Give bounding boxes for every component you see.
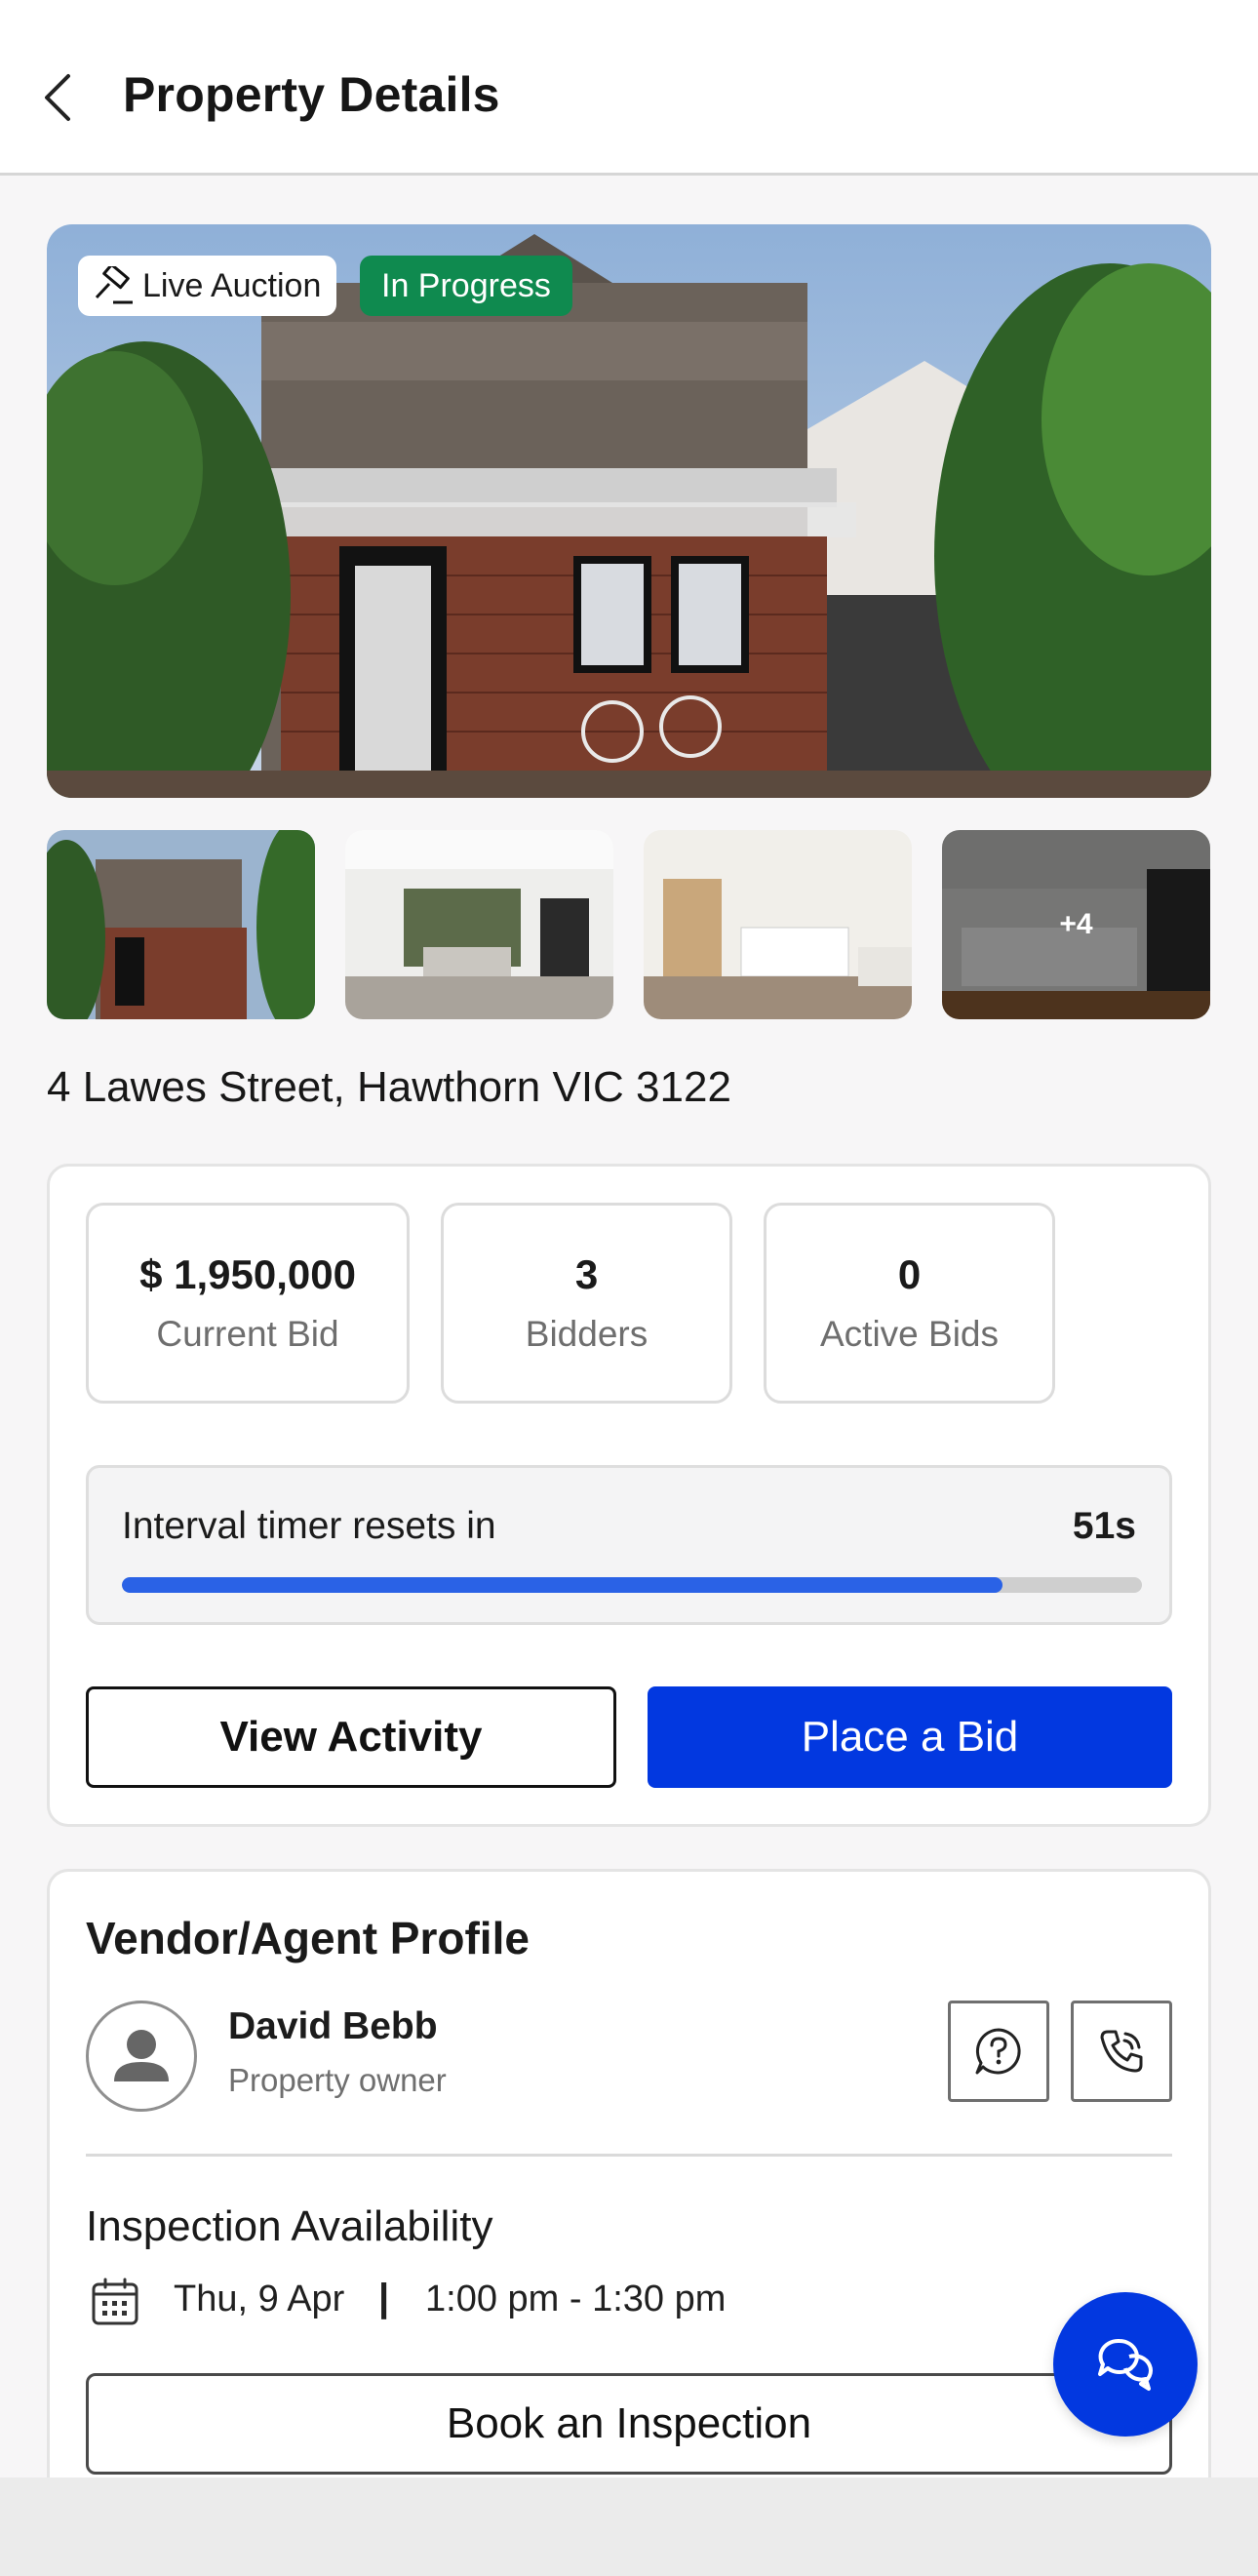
bidders-label: Bidders	[525, 1314, 649, 1354]
gallery-thumbnail[interactable]	[47, 830, 315, 1019]
more-photos-count: +4	[942, 830, 1210, 1019]
active-bids-label: Active Bids	[819, 1314, 999, 1354]
timer-progress-fill	[122, 1577, 1002, 1593]
gallery-thumbnail-more[interactable]: +4	[942, 830, 1210, 1019]
view-activity-button[interactable]: View Activity	[86, 1686, 616, 1788]
page-title: Property Details	[123, 67, 500, 122]
agent-name: David Bebb	[228, 2005, 438, 2047]
vendor-section-title: Vendor/Agent Profile	[86, 1913, 530, 1963]
book-inspection-button[interactable]: Book an Inspection	[86, 2373, 1172, 2475]
chat-bubbles-icon	[1098, 2338, 1153, 2391]
auction-status-badge: In Progress	[360, 256, 572, 316]
bottom-safe-area	[0, 2477, 1258, 2576]
gallery-thumbnail[interactable]	[644, 830, 912, 1019]
timer-label: Interval timer resets in	[122, 1505, 496, 1547]
property-address: 4 Lawes Street, Hawthorn VIC 3122	[47, 1063, 731, 1111]
live-auction-label: Live Auction	[142, 266, 322, 304]
back-arrow-icon[interactable]	[39, 68, 78, 127]
enquiry-button[interactable]	[948, 2001, 1049, 2102]
top-app-bar: Property Details	[0, 0, 1258, 176]
question-chat-icon	[975, 2028, 1021, 2075]
call-button[interactable]	[1071, 2001, 1172, 2102]
property-hero-image[interactable]: Live Auction In Progress	[47, 224, 1211, 798]
agent-role: Property owner	[228, 2062, 447, 2098]
inspection-separator: |	[378, 2277, 390, 2319]
active-bids-value: 0	[897, 1251, 922, 1297]
phone-icon	[1100, 2030, 1143, 2073]
inspection-date: Thu, 9 Apr	[174, 2279, 345, 2319]
bidders-stat: 3 Bidders	[441, 1203, 732, 1404]
person-icon	[114, 2030, 169, 2081]
timer-progress-bar	[122, 1577, 1142, 1593]
inspection-time: 1:00 pm - 1:30 pm	[425, 2279, 727, 2319]
bidders-value: 3	[574, 1251, 599, 1297]
current-bid-value: $ 1,950,000	[139, 1251, 356, 1297]
chat-fab-button[interactable]	[1053, 2292, 1198, 2437]
gallery-thumbnail[interactable]	[345, 830, 613, 1019]
live-auction-badge: Live Auction	[78, 256, 337, 316]
active-bids-stat: 0 Active Bids	[764, 1203, 1055, 1404]
gavel-icon	[92, 266, 135, 305]
avatar	[86, 2001, 197, 2112]
current-bid-stat: $ 1,950,000 Current Bid	[86, 1203, 410, 1404]
place-bid-button[interactable]: Place a Bid	[648, 1686, 1172, 1788]
calendar-icon	[90, 2277, 140, 2327]
inspection-title: Inspection Availability	[86, 2202, 493, 2250]
section-divider	[86, 2154, 1172, 2157]
timer-countdown: 51s	[1072, 1505, 1136, 1547]
interval-timer: Interval timer resets in 51s	[86, 1465, 1172, 1625]
current-bid-label: Current Bid	[156, 1314, 339, 1354]
